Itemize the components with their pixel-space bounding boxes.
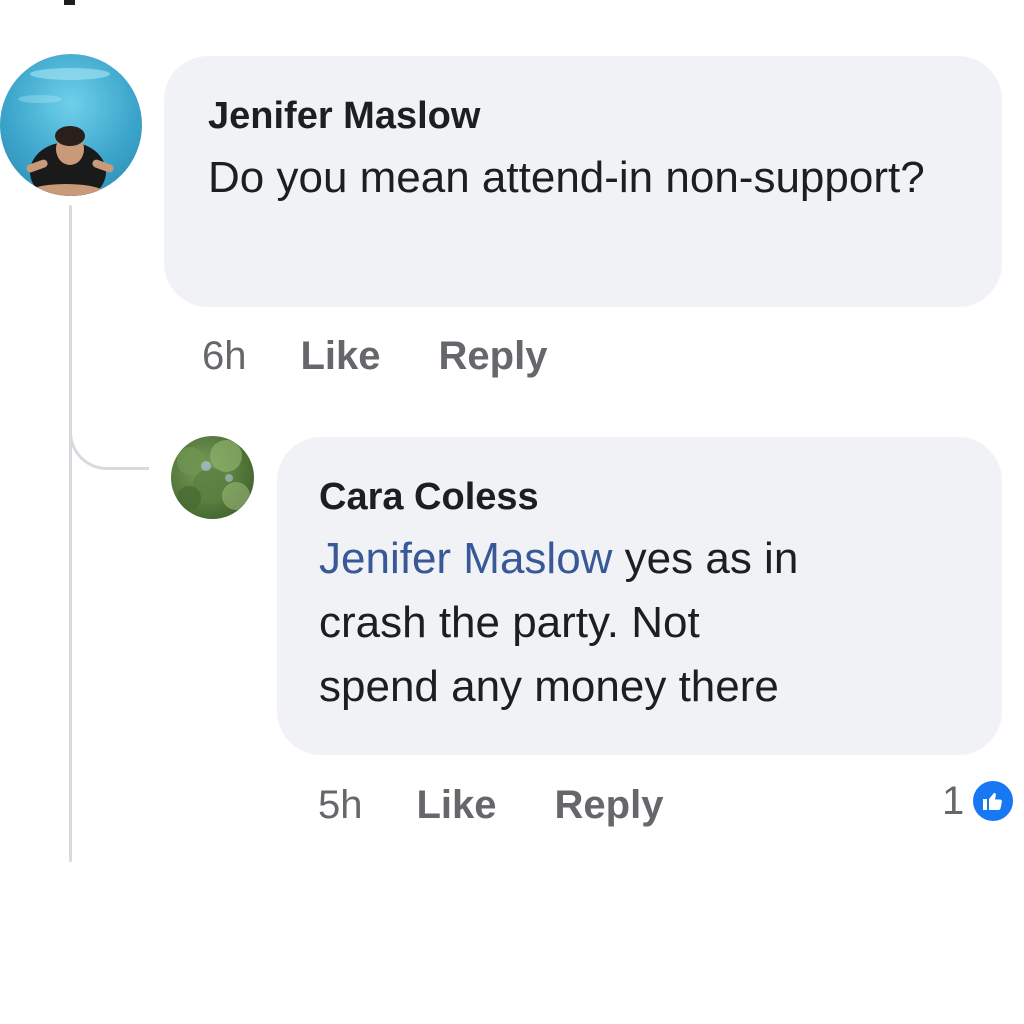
comment-text: Do you mean attend-in non-support? — [208, 153, 925, 202]
comment-timestamp[interactable]: 5h — [318, 780, 363, 830]
avatar[interactable] — [0, 54, 142, 196]
comment-author[interactable]: Cara Coless — [319, 473, 960, 521]
comment-text-line: crash the party. Not — [319, 598, 700, 647]
reply-button[interactable]: Reply — [555, 780, 664, 830]
reaction-summary[interactable]: 1 — [942, 776, 1017, 826]
like-icon — [970, 778, 1017, 824]
like-button[interactable]: Like — [417, 780, 497, 830]
comment-text-line: yes as in — [612, 534, 799, 583]
mention-link[interactable]: Jenifer Maslow — [319, 534, 612, 583]
comment-actions: 5h Like Reply — [318, 780, 721, 830]
comment-author[interactable]: Jenifer Maslow — [208, 92, 958, 140]
comment-actions: 6h Like Reply — [202, 331, 605, 381]
reply-button[interactable]: Reply — [439, 331, 548, 381]
like-button[interactable]: Like — [301, 331, 381, 381]
thread-line — [69, 205, 72, 862]
avatar[interactable] — [171, 436, 254, 519]
comment-text: Jenifer Maslow yes as in crash the party… — [319, 527, 960, 719]
comment-bubble: Jenifer Maslow Do you mean attend-in non… — [164, 56, 1002, 307]
top-edge-mark — [64, 0, 75, 5]
comment-bubble: Cara Coless Jenifer Maslow yes as in cra… — [277, 437, 1002, 755]
reaction-count: 1 — [942, 779, 965, 823]
comment-text-line: spend any money there — [319, 662, 779, 711]
comment-timestamp[interactable]: 6h — [202, 331, 247, 381]
reply-connector — [69, 410, 149, 470]
